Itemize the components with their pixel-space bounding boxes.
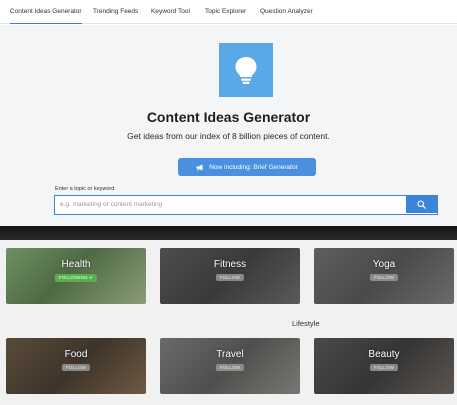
topic-card-title: Health — [61, 259, 91, 270]
topic-card-title: Yoga — [372, 259, 396, 270]
follow-badge[interactable]: FOLLOW — [369, 364, 399, 371]
page-subtitle: Get ideas from our index of 8 billion pi… — [127, 131, 330, 141]
topic-card-health[interactable]: Health FOLLOWING ✔ — [6, 248, 146, 304]
search-icon — [417, 200, 426, 209]
topic-card-title: Travel — [216, 349, 244, 360]
topic-card-title: Food — [64, 349, 88, 360]
search-bar — [54, 195, 438, 215]
follow-badge[interactable]: FOLLOW — [61, 364, 91, 371]
follow-badge[interactable]: FOLLOW — [369, 274, 399, 281]
brief-generator-button[interactable]: Now including: Brief Generator — [178, 158, 316, 176]
tab-trending-feeds[interactable]: Trending Feeds — [93, 0, 138, 24]
topic-card-fitness[interactable]: Fitness FOLLOW — [160, 248, 300, 304]
tab-topic-explorer[interactable]: Topic Explorer — [205, 0, 246, 24]
hero-section: Content Ideas Generator Get ideas from o… — [0, 25, 457, 226]
tab-question-analyzer[interactable]: Question Analyzer — [260, 0, 313, 24]
section-label-lifestyle: Lifestyle — [292, 319, 320, 328]
brief-generator-label: Now including: Brief Generator — [209, 163, 298, 171]
following-badge[interactable]: FOLLOWING ✔ — [54, 274, 98, 282]
top-navigation: Content Ideas Generator Trending Feeds K… — [0, 0, 457, 24]
topic-search-input[interactable] — [55, 196, 407, 213]
tab-content-ideas-generator[interactable]: Content Ideas Generator — [10, 0, 82, 24]
topic-card-travel[interactable]: Travel FOLLOW — [160, 338, 300, 394]
section-divider — [0, 226, 457, 240]
tab-keyword-tool[interactable]: Keyword Tool — [151, 0, 190, 24]
topic-card-title: Fitness — [213, 259, 247, 270]
follow-badge[interactable]: FOLLOW — [215, 274, 245, 281]
lightbulb-icon — [235, 57, 257, 84]
megaphone-icon — [196, 164, 203, 170]
search-button[interactable] — [406, 196, 437, 213]
topic-card-beauty[interactable]: Beauty FOLLOW — [314, 338, 454, 394]
follow-badge[interactable]: FOLLOW — [215, 364, 245, 371]
topic-input-label: Enter a topic or keyword — [55, 186, 115, 192]
topic-card-food[interactable]: Food FOLLOW — [6, 338, 146, 394]
page-title: Content Ideas Generator — [146, 109, 311, 125]
topic-card-title: Beauty — [368, 349, 400, 360]
topic-card-yoga[interactable]: Yoga FOLLOW — [314, 248, 454, 304]
logo — [219, 43, 273, 97]
